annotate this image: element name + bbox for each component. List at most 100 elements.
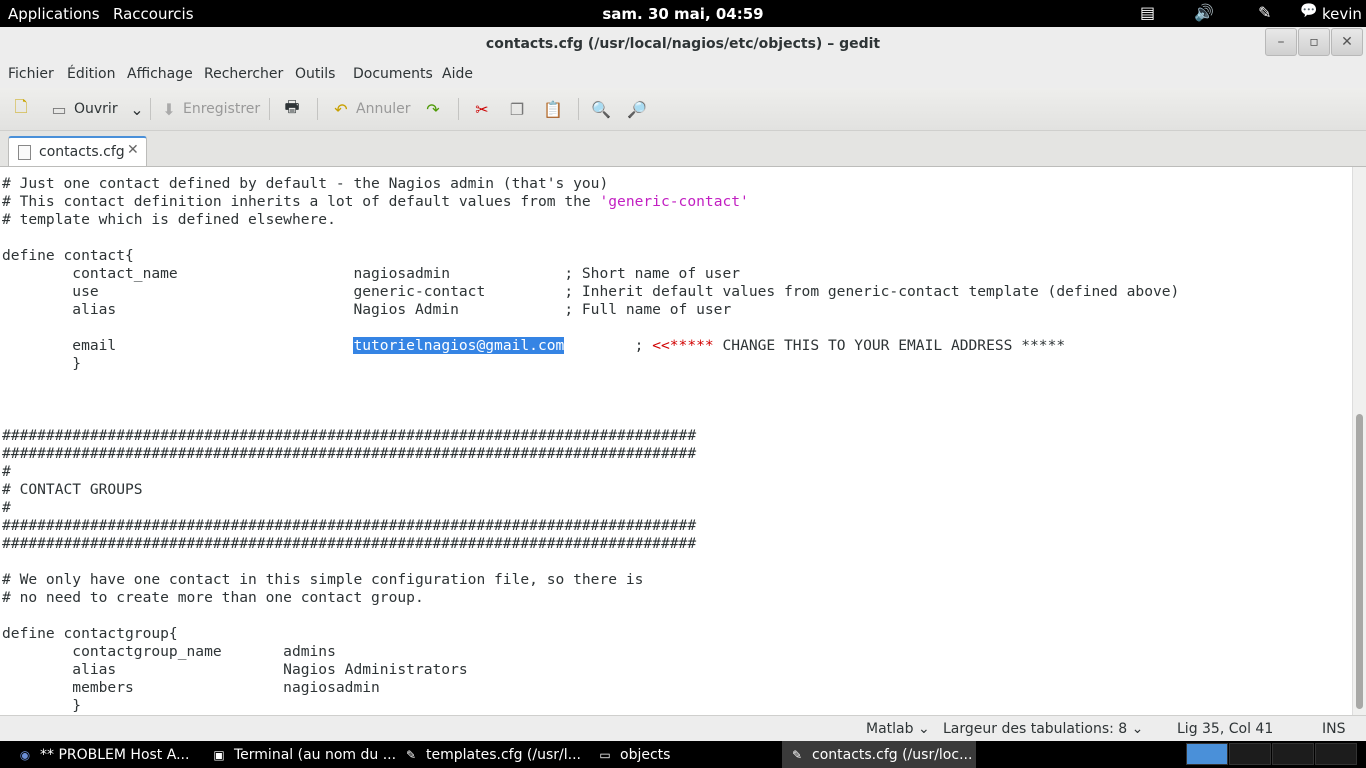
code-line: CHANGE THIS TO YOUR EMAIL ADDRESS ***** [713, 337, 1066, 354]
accessibility-icon[interactable]: ✎ [1258, 3, 1271, 22]
scissors-icon: ✂ [475, 99, 489, 119]
selected-text[interactable]: tutorielnagios@gmail.com [353, 337, 565, 354]
workspace-4[interactable] [1315, 743, 1357, 765]
chevron-down-icon: ⌄ [130, 99, 144, 119]
statusbar: Matlab ⌄ Largeur des tabulations: 8 ⌄ Li… [0, 715, 1366, 742]
save-label: Enregistrer [183, 101, 261, 117]
code-line: ; [564, 337, 653, 354]
undo-icon: ↶ [334, 99, 348, 119]
close-tab-icon[interactable]: ✕ [127, 142, 139, 158]
menu-affichage[interactable]: Affichage [127, 66, 193, 82]
task-nagios-alert[interactable]: ◉ ** PROBLEM Host A... [18, 741, 203, 768]
minimize-button[interactable]: – [1265, 28, 1297, 56]
scrollbar-thumb[interactable] [1356, 414, 1363, 709]
text-editor-icon: ✎ [405, 747, 417, 762]
code-line: members nagiosadmin [2, 679, 380, 696]
code-line: } [2, 697, 82, 714]
code-line: # This contact definition inherits a lot… [2, 193, 600, 210]
code-line: alias Nagios Administrators [2, 661, 468, 678]
menu-rechercher[interactable]: Rechercher [204, 66, 283, 82]
code-line: alias Nagios Admin ; Full name of user [2, 301, 732, 318]
find-button[interactable]: 🔍 [590, 96, 612, 122]
tab-label: contacts.cfg [39, 144, 125, 160]
chevron-down-icon: ⌄ [917, 721, 930, 737]
code-line: contact_name nagiosadmin ; Short name of… [2, 265, 741, 282]
paste-icon: 📋 [543, 99, 563, 119]
text-editor[interactable]: # Just one contact defined by default - … [0, 167, 1352, 715]
replace-button[interactable]: 🔎 [626, 96, 648, 122]
insert-mode: INS [1322, 721, 1346, 737]
menu-documents[interactable]: Documents [353, 66, 433, 82]
menu-edition[interactable]: Édition [67, 66, 115, 82]
menu-aide[interactable]: Aide [442, 66, 473, 82]
chevron-down-icon: ⌄ [1131, 721, 1144, 737]
window-titlebar[interactable]: contacts.cfg (/usr/local/nagios/etc/obje… [0, 27, 1366, 61]
tab-contacts-cfg[interactable]: contacts.cfg ✕ [8, 136, 147, 166]
redo-icon: ↷ [426, 99, 440, 119]
tab-width-selector[interactable]: Largeur des tabulations: 8 ⌄ [943, 721, 1143, 737]
print-button[interactable]: 🖶 [281, 96, 303, 122]
close-button[interactable]: ✕ [1331, 28, 1363, 56]
string-token: 'generic-contact' [599, 193, 749, 210]
task-objects-folder[interactable]: ▭ objects [598, 741, 778, 768]
code-line: # Just one contact defined by default - … [2, 175, 609, 192]
copy-button[interactable]: ❐ [506, 96, 528, 122]
task-templates-cfg[interactable]: ✎ templates.cfg (/usr/l... [404, 741, 589, 768]
task-contacts-cfg[interactable]: ✎ contacts.cfg (/usr/loc... [782, 741, 976, 768]
operator-token: <<***** [652, 337, 714, 354]
code-line: ########################################… [2, 535, 697, 552]
maximize-button[interactable]: ▫ [1298, 28, 1330, 56]
printer-icon: 🖶 [284, 96, 300, 116]
open-button[interactable]: ▭ Ouvrir [48, 96, 118, 122]
code-line: } [2, 355, 82, 372]
save-icon: ⬇ [162, 99, 176, 119]
save-button[interactable]: ⬇ Enregistrer [158, 96, 260, 122]
terminal-icon: ▣ [213, 747, 225, 762]
code-line: define contactgroup{ [2, 625, 178, 642]
top-panel: Applications Raccourcis sam. 30 mai, 04:… [0, 0, 1366, 27]
code-line: use generic-contact ; Inherit default va… [2, 283, 1180, 300]
new-button[interactable]: 🗋 [10, 96, 32, 122]
vertical-scrollbar[interactable] [1352, 167, 1366, 715]
code-line: # template which is defined elsewhere. [2, 211, 336, 228]
language-selector[interactable]: Matlab ⌄ [866, 721, 930, 737]
volume-icon[interactable]: 🔊 [1194, 3, 1214, 22]
folder-icon: ▭ [599, 747, 611, 762]
text-editor-icon: ✎ [791, 747, 803, 762]
new-document-icon: 🗋 [14, 96, 28, 116]
menu-fichier[interactable]: Fichier [8, 66, 54, 82]
undo-button[interactable]: ↶ Annuler [330, 96, 410, 122]
copy-icon: ❐ [509, 99, 525, 119]
clock[interactable]: sam. 30 mai, 04:59 [0, 5, 1366, 23]
menu-outils[interactable]: Outils [295, 66, 335, 82]
find-replace-icon: 🔎 [627, 99, 647, 119]
network-icon[interactable]: ▤ [1140, 3, 1155, 22]
search-icon: 🔍 [591, 99, 611, 119]
browser-icon: ◉ [19, 747, 31, 762]
chat-icon[interactable]: 💬 [1300, 3, 1317, 19]
code-line: ########################################… [2, 445, 697, 462]
toolbar: 🗋 ▭ Ouvrir ⌄ ⬇ Enregistrer 🖶 ↶ Annuler ↷… [0, 88, 1366, 131]
cut-button[interactable]: ✂ [471, 96, 493, 122]
code-line: # [2, 499, 11, 516]
undo-label: Annuler [356, 101, 411, 117]
cursor-position: Lig 35, Col 41 [1177, 721, 1274, 737]
workspace-1[interactable] [1186, 743, 1228, 765]
task-terminal[interactable]: ▣ Terminal (au nom du ... [212, 741, 397, 768]
user-menu[interactable]: kevin [1322, 5, 1362, 23]
code-line: # We only have one contact in this simpl… [2, 571, 644, 588]
code-line: # no need to create more than one contac… [2, 589, 424, 606]
workspace-3[interactable] [1272, 743, 1314, 765]
code-line: # [2, 463, 11, 480]
window-title: contacts.cfg (/usr/local/nagios/etc/obje… [485, 36, 881, 52]
taskbar: ◉ ** PROBLEM Host A... ▣ Terminal (au nom … [0, 741, 1366, 768]
workspace-2[interactable] [1229, 743, 1271, 765]
redo-button[interactable]: ↷ [422, 96, 444, 122]
paste-button[interactable]: 📋 [542, 96, 564, 122]
open-label: Ouvrir [74, 101, 118, 117]
open-recent-button[interactable]: ⌄ [126, 96, 148, 122]
code-line: contactgroup_name admins [2, 643, 336, 660]
code-line: # CONTACT GROUPS [2, 481, 143, 498]
code-line: define contact{ [2, 247, 134, 264]
menubar: Fichier Édition Affichage Rechercher Out… [0, 61, 1366, 88]
